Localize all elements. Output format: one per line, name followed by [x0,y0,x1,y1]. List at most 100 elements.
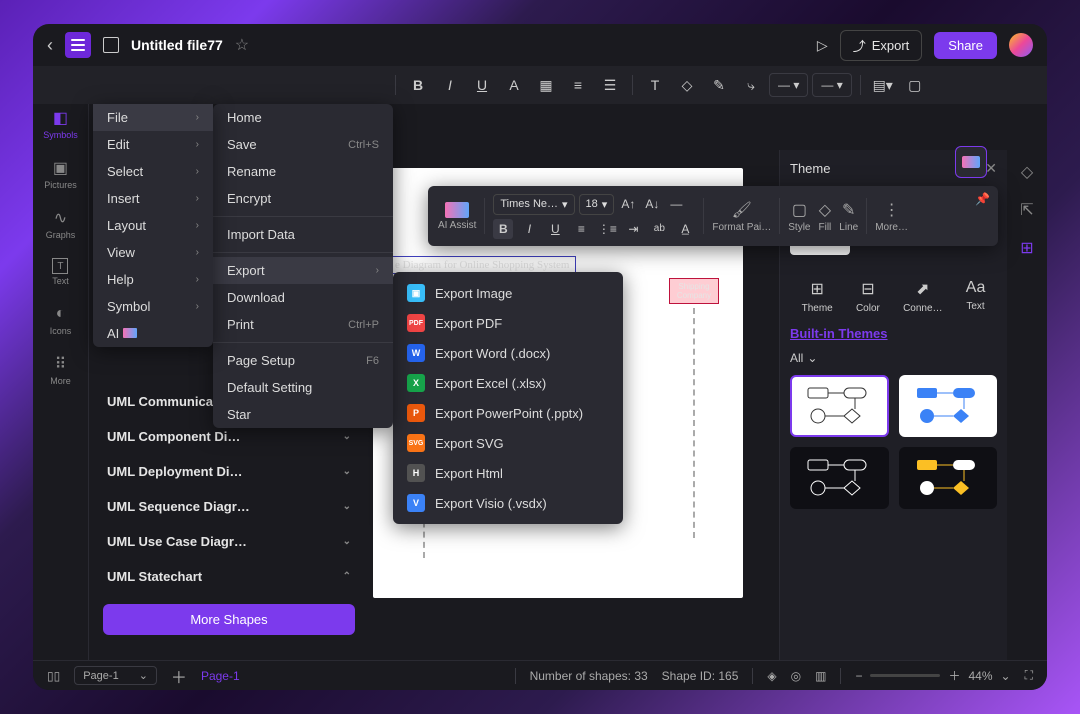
export-svg[interactable]: SVGExport SVG [393,428,623,458]
nav-more[interactable]: ⠿More [50,354,71,386]
bullet-list-button[interactable]: ≡ [571,219,591,239]
export-button[interactable]: ⤴ Export [840,30,923,61]
theme-thumbnail[interactable] [790,375,889,437]
line-weight-dropdown[interactable]: — ▾ [812,73,851,97]
font-family-select[interactable]: Times Ne…▾ [493,194,574,215]
submenu-default-setting[interactable]: Default Setting [213,374,393,401]
layers-icon[interactable]: ◈ [767,669,776,683]
submenu-print[interactable]: PrintCtrl+P [213,311,393,338]
theme-thumbnail[interactable] [899,375,998,437]
italic-button[interactable]: I [436,71,464,99]
ai-assist-fab[interactable] [955,146,987,178]
submenu-import-data[interactable]: Import Data [213,221,393,248]
close-panel-button[interactable]: ✕ [985,160,997,177]
layers-button[interactable]: ▢ [901,71,929,99]
strip-grid-icon[interactable]: ⊞ [1015,236,1039,260]
clear-format-button[interactable]: — [666,194,686,214]
builtin-themes-link[interactable]: Built-in Themes [790,326,997,341]
focus-icon[interactable]: ◎ [791,669,801,683]
strip-export-icon[interactable]: ⇱ [1015,198,1039,222]
strip-fill-icon[interactable]: ◇ [1015,160,1039,184]
page-selector-dropdown[interactable]: Page-1⌄ [74,666,157,685]
submenu-star[interactable]: Star [213,401,393,428]
zoom-in-button[interactable]: ＋ [948,667,960,684]
theme-thumbnail[interactable] [790,447,889,509]
highlight-button[interactable]: ▦ [532,71,560,99]
more-button[interactable]: ⋮More… [875,200,908,233]
indent-button[interactable]: ⇥ [623,219,643,239]
menu-help[interactable]: Help› [93,266,213,293]
export-image[interactable]: ▣Export Image [393,278,623,308]
map-icon[interactable]: ▥ [815,669,826,683]
fill-button[interactable]: ◇Fill [819,200,832,233]
pin-icon[interactable]: 📌 [975,192,990,206]
align-button[interactable]: ≡ [564,71,592,99]
submenu-page-setup[interactable]: Page SetupF6 [213,347,393,374]
menu-select[interactable]: Select› [93,158,213,185]
font-size-select[interactable]: 18▾ [579,194,615,215]
tab-theme[interactable]: ⊞Theme [802,279,833,314]
line-style-dropdown[interactable]: — ▾ [769,73,808,97]
submenu-save[interactable]: SaveCtrl+S [213,131,393,158]
shape-category[interactable]: UML Statechart⌃ [103,559,355,594]
export-excel[interactable]: XExport Excel (.xlsx) [393,368,623,398]
export-visio[interactable]: VExport Visio (.vsdx) [393,488,623,518]
submenu-rename[interactable]: Rename [213,158,393,185]
menu-insert[interactable]: Insert› [93,185,213,212]
zoom-slider[interactable] [870,674,940,677]
nav-symbols[interactable]: ◧Symbols [43,108,78,140]
export-powerpoint[interactable]: PExport PowerPoint (.pptx) [393,398,623,428]
zoom-out-button[interactable]: − [855,669,862,683]
shape-category[interactable]: UML Use Case Diagr…⌄ [103,524,355,559]
export-word[interactable]: WExport Word (.docx) [393,338,623,368]
shape-category[interactable]: UML Deployment Di…⌄ [103,454,355,489]
shape-tool-button[interactable]: ◇ [673,71,701,99]
nav-icons[interactable]: ◐Icons [50,304,72,336]
distribute-button[interactable]: ▤▾ [869,71,897,99]
fullscreen-button[interactable]: ⛶ [1025,668,1033,683]
page-tab[interactable]: Page-1 [201,669,240,683]
menu-ai[interactable]: AI [93,320,213,347]
tab-text[interactable]: AaText [966,279,986,314]
document-title[interactable]: Untitled file77 [131,37,223,53]
menu-file[interactable]: File› [93,104,213,131]
submenu-encrypt[interactable]: Encrypt [213,185,393,212]
tab-connector[interactable]: ⬈Conne… [903,279,942,314]
add-page-button[interactable]: ＋ [171,664,187,688]
tab-color[interactable]: ⊟Color [856,279,880,314]
ai-assist-button[interactable]: AI Assist [438,202,476,231]
style-button[interactable]: ▢Style [788,200,810,233]
text-tool-button[interactable]: T [641,71,669,99]
more-shapes-button[interactable]: More Shapes [103,604,355,635]
favorite-star-icon[interactable]: ☆ [235,35,249,55]
theme-filter-dropdown[interactable]: All⌄ [790,351,997,365]
decrease-font-button[interactable]: A↓ [642,194,662,214]
submenu-export[interactable]: Export› [213,257,393,284]
pages-icon[interactable]: ▯▯ [47,669,60,683]
font-color-button[interactable]: A [500,71,528,99]
export-pdf[interactable]: PDFExport PDF [393,308,623,338]
menu-view[interactable]: View› [93,239,213,266]
bold-button[interactable]: B [404,71,432,99]
nav-pictures[interactable]: ▣Pictures [44,158,77,190]
italic-button[interactable]: I [519,219,539,239]
user-avatar[interactable] [1009,33,1033,57]
pen-tool-button[interactable]: ✎ [705,71,733,99]
numbered-list-button[interactable]: ⋮≡ [597,219,617,239]
submenu-download[interactable]: Download [213,284,393,311]
play-button[interactable]: ▷ [817,37,828,54]
shape-category[interactable]: UML Sequence Diagr…⌄ [103,489,355,524]
main-menu-button[interactable] [65,32,91,58]
connector-tool-button[interactable]: ⤷ [737,71,765,99]
share-button[interactable]: Share [934,32,997,59]
nav-graphs[interactable]: ∿Graphs [46,208,76,240]
canvas-actor-element[interactable]: Shipping Company [669,278,719,304]
nav-text[interactable]: TText [52,258,69,286]
font-color-button[interactable]: A̲ [675,219,695,239]
menu-edit[interactable]: Edit› [93,131,213,158]
list-button[interactable]: ☰ [596,71,624,99]
bold-button[interactable]: B [493,219,513,239]
lowercase-button[interactable]: ab [649,219,669,239]
back-button[interactable]: ‹ [47,35,53,56]
format-painter-button[interactable]: 🖌Format Pai… [712,200,771,233]
